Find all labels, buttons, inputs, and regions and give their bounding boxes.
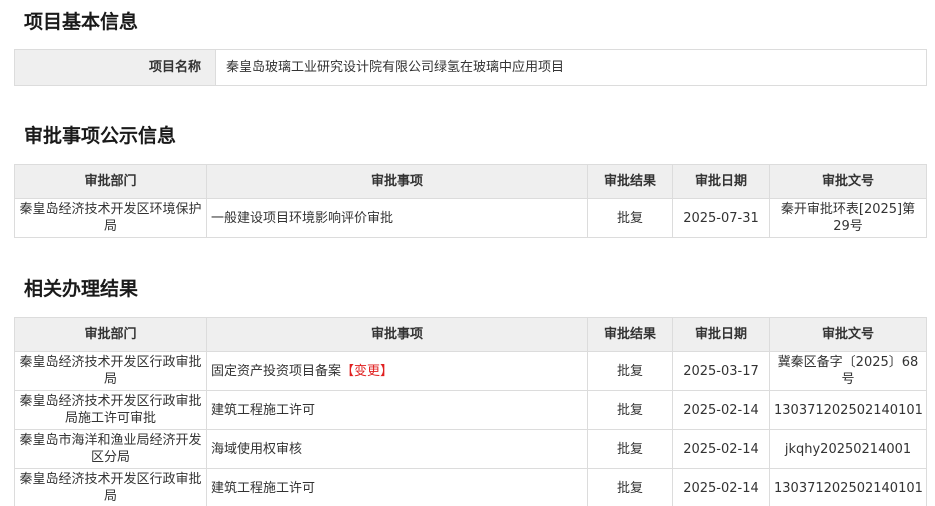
- cell-item: 建筑工程施工许可: [206, 468, 588, 506]
- cell-date: 2025-03-17: [672, 351, 770, 391]
- cell-date: 2025-07-31: [672, 198, 770, 238]
- cell-dept: 秦皇岛经济技术开发区行政审批局施工许可审批: [14, 390, 207, 430]
- cell-doc: 130371202502140101: [769, 468, 927, 506]
- col-header-dept: 审批部门: [14, 164, 207, 199]
- col-header-dept: 审批部门: [14, 317, 207, 352]
- table-header-row: 审批部门 审批事项 审批结果 审批日期 审批文号: [14, 164, 927, 199]
- cell-result: 批复: [587, 198, 673, 238]
- table-row: 秦皇岛经济技术开发区行政审批局 固定资产投资项目备案【变更】 批复 2025-0…: [14, 351, 927, 391]
- table-row: 秦皇岛经济技术开发区行政审批局施工许可审批 建筑工程施工许可 批复 2025-0…: [14, 390, 927, 430]
- cell-date: 2025-02-14: [672, 390, 770, 430]
- page: 项目基本信息 项目名称 秦皇岛玻璃工业研究设计院有限公司绿氢在玻璃中应用项目 审…: [0, 0, 935, 506]
- cell-doc: 冀秦区备字〔2025〕68号: [769, 351, 927, 391]
- table-row: 秦皇岛经济技术开发区环境保护局 一般建设项目环境影响评价审批 批复 2025-0…: [14, 198, 927, 238]
- col-header-result: 审批结果: [587, 164, 673, 199]
- basic-info-table: 项目名称 秦皇岛玻璃工业研究设计院有限公司绿氢在玻璃中应用项目: [14, 49, 927, 86]
- cell-item: 一般建设项目环境影响评价审批: [206, 198, 588, 238]
- basic-info-row: 项目名称 秦皇岛玻璃工业研究设计院有限公司绿氢在玻璃中应用项目: [14, 49, 927, 86]
- cell-item: 建筑工程施工许可: [206, 390, 588, 430]
- cell-item-text: 固定资产投资项目备案: [211, 363, 342, 379]
- cell-result: 批复: [587, 351, 673, 391]
- col-header-item: 审批事项: [206, 317, 588, 352]
- cell-result: 批复: [587, 468, 673, 506]
- cell-dept: 秦皇岛市海洋和渔业局经济开发区分局: [14, 429, 207, 469]
- cell-result: 批复: [587, 390, 673, 430]
- cell-doc: 秦开审批环表[2025]第29号: [769, 198, 927, 238]
- cell-item: 海域使用权审核: [206, 429, 588, 469]
- section-title-approval-info: 审批事项公示信息: [24, 125, 177, 147]
- section-title-basic-info: 项目基本信息: [24, 11, 139, 33]
- cell-dept: 秦皇岛经济技术开发区行政审批局: [14, 351, 207, 391]
- cell-date: 2025-02-14: [672, 429, 770, 469]
- change-tag[interactable]: 【变更】: [341, 364, 393, 379]
- col-header-date: 审批日期: [672, 164, 770, 199]
- table-header-row: 审批部门 审批事项 审批结果 审批日期 审批文号: [14, 317, 927, 352]
- table-row: 秦皇岛市海洋和渔业局经济开发区分局 海域使用权审核 批复 2025-02-14 …: [14, 429, 927, 469]
- cell-dept: 秦皇岛经济技术开发区行政审批局: [14, 468, 207, 506]
- cell-item: 固定资产投资项目备案【变更】: [206, 351, 588, 391]
- project-name-label: 项目名称: [14, 49, 216, 86]
- table-row: 秦皇岛经济技术开发区行政审批局 建筑工程施工许可 批复 2025-02-14 1…: [14, 468, 927, 506]
- section-title-related-results: 相关办理结果: [24, 278, 139, 300]
- cell-result: 批复: [587, 429, 673, 469]
- project-name-value: 秦皇岛玻璃工业研究设计院有限公司绿氢在玻璃中应用项目: [215, 49, 927, 86]
- cell-doc: 130371202502140101: [769, 390, 927, 430]
- col-header-date: 审批日期: [672, 317, 770, 352]
- related-results-table: 审批部门 审批事项 审批结果 审批日期 审批文号 秦皇岛经济技术开发区行政审批局…: [14, 317, 927, 506]
- approval-info-table: 审批部门 审批事项 审批结果 审批日期 审批文号 秦皇岛经济技术开发区环境保护局…: [14, 164, 927, 238]
- col-header-result: 审批结果: [587, 317, 673, 352]
- col-header-doc: 审批文号: [769, 164, 927, 199]
- col-header-item: 审批事项: [206, 164, 588, 199]
- cell-date: 2025-02-14: [672, 468, 770, 506]
- col-header-doc: 审批文号: [769, 317, 927, 352]
- cell-doc: jkqhy20250214001: [769, 429, 927, 469]
- cell-dept: 秦皇岛经济技术开发区环境保护局: [14, 198, 207, 238]
